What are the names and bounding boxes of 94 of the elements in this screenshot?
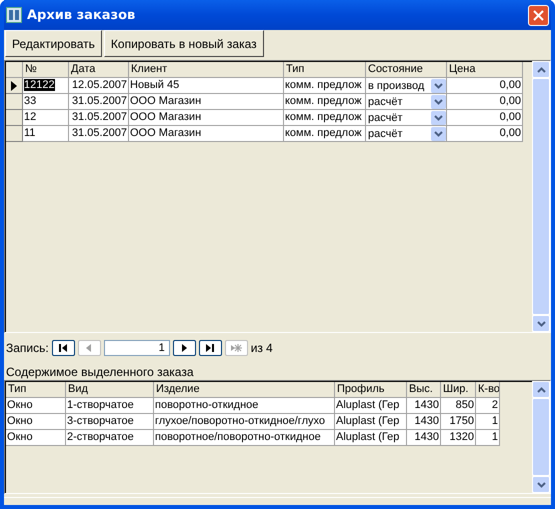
scroll-down-button[interactable] — [532, 315, 550, 332]
status-dropdown[interactable]: расчёт — [366, 110, 447, 126]
table-cell: 12 — [23, 110, 69, 126]
column-header[interactable]: Профиль — [335, 382, 407, 398]
table-cell: комм. предлож — [284, 78, 366, 94]
table-cell: Aluplast (Гер — [335, 430, 407, 446]
table-cell: 0,00 — [447, 94, 523, 110]
dropdown-button[interactable] — [431, 78, 446, 92]
of-label: из — [250, 341, 263, 355]
table-cell: комм. предлож — [284, 94, 366, 110]
table-cell: 1 — [476, 430, 500, 446]
column-header[interactable]: Цена — [447, 62, 523, 78]
table-cell: Окно — [6, 398, 66, 414]
last-record-icon — [204, 342, 216, 354]
table-cell: 1430 — [407, 414, 441, 430]
table-cell: 0,00 — [447, 110, 523, 126]
chevron-down-icon — [434, 130, 443, 136]
table-cell: 1320 — [441, 430, 476, 446]
section-title: Содержимое выделенного заказа — [5, 364, 194, 380]
table-cell: 2 — [476, 398, 500, 414]
scroll-up-button[interactable] — [532, 61, 550, 78]
column-header[interactable]: Тип — [6, 382, 66, 398]
table-cell: 1 — [476, 414, 500, 430]
table-cell: 12122 — [23, 78, 69, 94]
nav-button[interactable] — [172, 340, 196, 356]
column-header[interactable]: Тип — [284, 62, 366, 78]
column-header[interactable]: Изделие — [154, 382, 335, 398]
new-record-icon — [230, 342, 242, 354]
column-header[interactable]: Вид — [66, 382, 154, 398]
table-cell: глухое/поворотно-откидное/глухо — [154, 414, 335, 430]
table-cell: ООО Магазин — [129, 110, 284, 126]
close-icon — [533, 10, 544, 20]
table-cell: Aluplast (Гер — [335, 414, 407, 430]
record-count: 4 — [266, 341, 273, 355]
close-button[interactable] — [528, 4, 549, 26]
nav-button[interactable] — [52, 340, 75, 356]
table-cell: Aluplast (Гер — [335, 398, 407, 414]
table-cell: 33 — [23, 94, 69, 110]
table-cell: 0,00 — [447, 126, 523, 142]
table-cell: 1430 — [407, 398, 441, 414]
chevron-down-icon — [434, 82, 443, 88]
table-cell: 31.05.2007 — [69, 94, 129, 110]
status-dropdown[interactable]: расчёт — [366, 126, 447, 142]
table-cell: комм. предлож — [284, 126, 366, 142]
nav-button[interactable] — [198, 340, 222, 356]
table-cell: 11 — [23, 126, 69, 142]
current-row-icon — [11, 80, 17, 90]
column-header[interactable]: Шир. — [441, 382, 476, 398]
table-cell: 1750 — [441, 414, 476, 430]
table-cell: ООО Магазин — [129, 94, 284, 110]
chevron-up-icon — [536, 386, 546, 392]
table-cell: поворотно-откидное — [154, 398, 335, 414]
column-header[interactable]: Дата — [69, 62, 129, 78]
window-title: Архив заказов — [27, 8, 136, 22]
toolbar-button[interactable]: Копировать в новый заказ — [104, 30, 264, 57]
column-header[interactable]: № — [23, 62, 69, 78]
row-selector[interactable] — [6, 78, 23, 94]
status-dropdown[interactable]: расчёт — [366, 94, 447, 110]
toolbar-button[interactable]: Редактировать — [5, 30, 102, 57]
table-cell: 2-створчатое — [66, 430, 154, 446]
table-cell: ООО Магазин — [129, 126, 284, 142]
table-cell: 1430 — [407, 430, 441, 446]
chevron-down-icon — [536, 320, 546, 326]
table-cell: 31.05.2007 — [69, 126, 129, 142]
scrollbar[interactable] — [532, 381, 550, 493]
column-header[interactable]: Клиент — [129, 62, 284, 78]
table-cell: Окно — [6, 430, 66, 446]
dropdown-button[interactable] — [431, 126, 446, 140]
dropdown-button[interactable] — [431, 110, 446, 124]
table-cell: 12.05.2007 — [69, 78, 129, 94]
chevron-down-icon — [536, 482, 546, 488]
table-cell: поворотное/поворотно-откидное — [154, 430, 335, 446]
chevron-down-icon — [434, 114, 443, 120]
table-cell: 31.05.2007 — [69, 110, 129, 126]
table-cell: комм. предлож — [284, 110, 366, 126]
chevron-up-icon — [536, 66, 546, 72]
chevron-down-icon — [434, 98, 443, 104]
table-cell: 850 — [441, 398, 476, 414]
dropdown-button[interactable] — [431, 94, 446, 108]
column-header[interactable]: Состояние — [366, 62, 447, 78]
table-cell: 0,00 — [447, 78, 523, 94]
table-cell: 3-створчатое — [66, 414, 154, 430]
table-cell: Новый 45 — [129, 78, 284, 94]
table-cell: Окно — [6, 414, 66, 430]
record-label: Запись: — [6, 341, 49, 355]
table-cell: 1-створчатое — [66, 398, 154, 414]
app-icon — [6, 7, 22, 23]
scroll-thumb[interactable] — [532, 398, 550, 476]
scroll-up-button[interactable] — [532, 381, 550, 398]
status-dropdown[interactable]: в производ — [366, 78, 447, 94]
first-record-icon — [57, 342, 70, 354]
column-header[interactable]: Выс. — [407, 382, 441, 398]
scroll-down-button[interactable] — [532, 476, 550, 493]
record-number-field[interactable]: 1 — [104, 340, 170, 356]
